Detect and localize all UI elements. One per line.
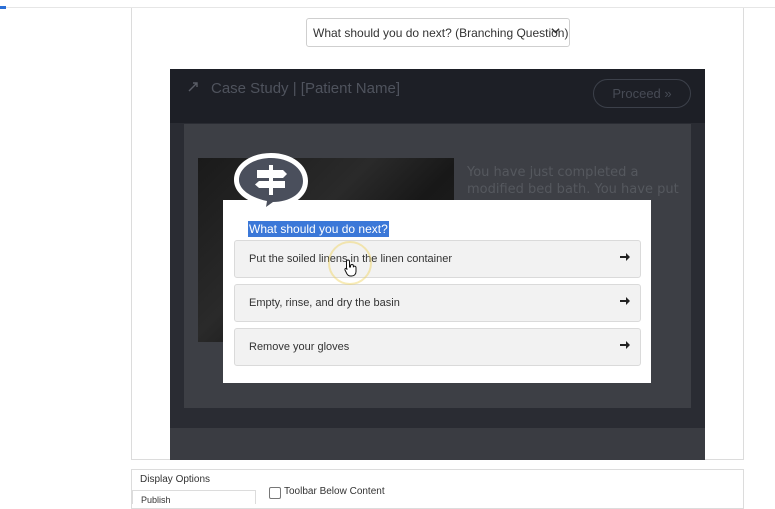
expand-icon[interactable]	[188, 82, 198, 95]
arrow-right-icon	[620, 339, 630, 354]
preview-header: Case Study | [Patient Name] Proceed »	[170, 69, 705, 123]
answer-option-label: Remove your gloves	[249, 341, 350, 353]
toolbar-below-content-label: Toolbar Below Content	[284, 486, 385, 497]
proceed-button[interactable]: Proceed »	[593, 79, 691, 108]
case-study-title: Case Study | [Patient Name]	[211, 80, 400, 97]
answer-option[interactable]: Empty, rinse, and dry the basin	[234, 284, 641, 322]
arrow-right-icon	[620, 295, 630, 310]
top-bar	[0, 0, 775, 8]
answer-option-label: Empty, rinse, and dry the basin	[249, 297, 400, 309]
top-bar-accent	[0, 6, 6, 9]
chevron-down-icon	[551, 26, 560, 38]
toolbar-below-content-checkbox[interactable]	[269, 487, 281, 499]
slide-text: You have just completed a modified bed b…	[467, 165, 679, 197]
answer-option[interactable]: Put the soiled linens in the linen conta…	[234, 240, 641, 278]
pointer-hand-icon	[344, 259, 358, 282]
arrow-right-icon	[620, 251, 630, 266]
question-prompt: What should you do next?	[248, 221, 389, 237]
answer-option[interactable]: Remove your gloves	[234, 328, 641, 366]
display-options-label: Display Options	[140, 474, 211, 485]
select-value: What should you do next? (Branching Ques…	[313, 25, 569, 40]
branching-question-select[interactable]: What should you do next? (Branching Ques…	[306, 18, 570, 47]
preview-footer	[170, 428, 705, 460]
signpost-icon	[230, 149, 312, 215]
